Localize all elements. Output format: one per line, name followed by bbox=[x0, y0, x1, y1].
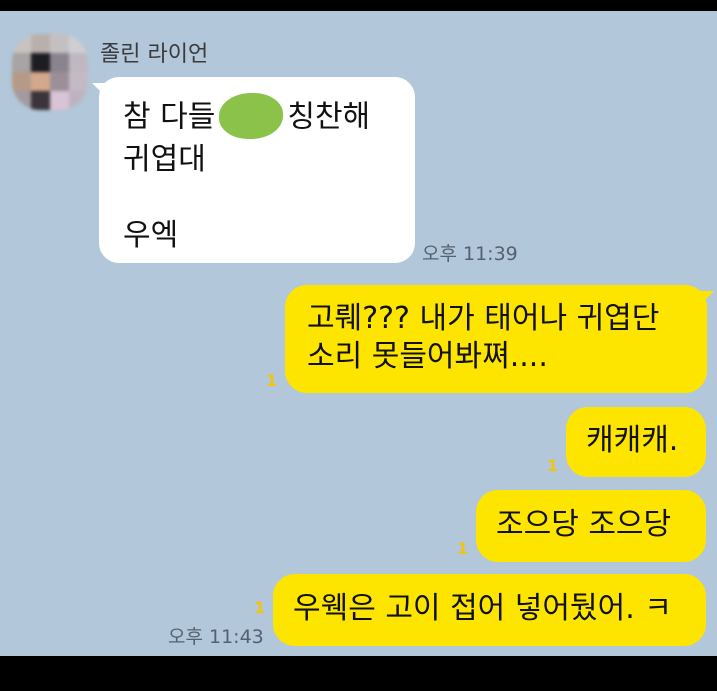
avatar[interactable] bbox=[12, 34, 88, 110]
chat-room: 졸린 라이언 참 다들 칭찬해 귀엽대 우엑 오후 11:39 1 고뤠??? 내… bbox=[0, 11, 717, 656]
unread-count: 1 bbox=[547, 456, 559, 475]
outgoing-bubble-tail bbox=[700, 291, 714, 305]
message-timestamp: 오후 11:43 bbox=[168, 626, 264, 648]
outgoing-message-bubble[interactable]: 고뤠??? 내가 태어나 귀엽단 소리 못들어봐쪄.... bbox=[285, 285, 707, 393]
message-line: 조으당 조으당 bbox=[496, 507, 672, 542]
message-text: 참 다들 bbox=[123, 99, 216, 135]
unread-count: 1 bbox=[254, 598, 266, 617]
message-timestamp: 오후 11:39 bbox=[422, 243, 518, 265]
message-line: 캐캐캐. bbox=[586, 423, 679, 458]
message-line: 참 다들 칭찬해 bbox=[123, 93, 391, 141]
outgoing-message-bubble[interactable]: 조으당 조으당 bbox=[476, 490, 706, 562]
message-line: 소리 못들어봐쪄.... bbox=[307, 339, 548, 374]
incoming-message-bubble[interactable]: 참 다들 칭찬해 귀엽대 우엑 bbox=[99, 77, 415, 263]
censor-blob bbox=[219, 93, 284, 139]
unread-count: 1 bbox=[266, 371, 278, 390]
message-line: 귀엽대 bbox=[123, 142, 206, 177]
outgoing-message-bubble[interactable]: 캐캐캐. bbox=[566, 407, 706, 477]
message-line: 고뤠??? 내가 태어나 귀엽단 bbox=[307, 301, 660, 336]
sender-name: 졸린 라이언 bbox=[100, 42, 209, 67]
message-text: 칭찬해 bbox=[287, 99, 371, 135]
outgoing-message-bubble[interactable]: 우웩은 고이 접어 넣어뒀어. ㅋ bbox=[273, 574, 706, 646]
message-line: 우웩은 고이 접어 넣어뒀어. ㅋ bbox=[293, 591, 672, 626]
message-line-blank bbox=[123, 179, 391, 217]
message-line: 우엑 bbox=[123, 218, 179, 253]
unread-count: 1 bbox=[457, 539, 469, 558]
